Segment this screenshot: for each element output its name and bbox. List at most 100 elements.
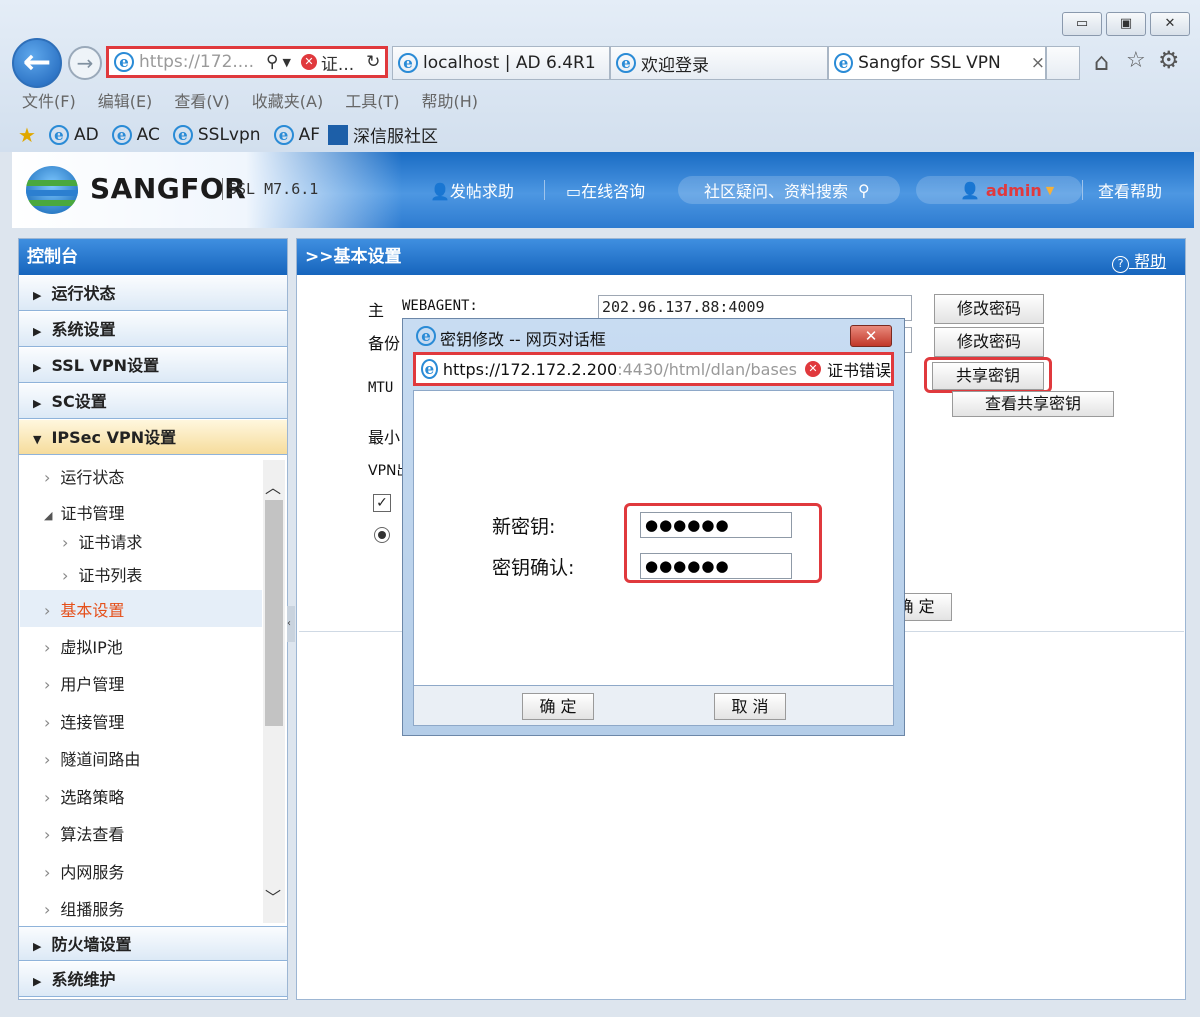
menu-view[interactable]: 查看(V) [174,88,229,112]
chevron-right-icon: ▶ [33,940,42,953]
favorites-add-star-icon[interactable]: ★ [18,123,36,147]
search-icon[interactable]: ⚲ [266,52,278,72]
favorite-label: AC [136,124,160,145]
sidebar-section-ssl-vpn[interactable]: ▶ SSL VPN设置 [19,348,287,383]
sidebar-section-run-status[interactable]: ▶ 运行状态 [19,276,287,311]
back-arrow-icon[interactable]: ← [12,38,62,88]
dialog-close-button[interactable]: ✕ [850,325,892,347]
section-label: 运行状态 [51,284,116,303]
dialog-ie-icon: e [416,326,436,346]
menu-file[interactable]: 文件(F) [22,88,76,112]
new-key-input[interactable]: ●●●●●● [640,512,792,538]
item-label: 基本设置 [60,601,125,620]
sidebar-item-conn-mgmt[interactable]: › 连接管理 [44,709,124,733]
sidebar-item-basic-settings[interactable]: › 基本设置 [44,597,124,621]
section-label: 系统设置 [51,320,116,339]
menu-favorites[interactable]: 收藏夹(A) [252,88,323,112]
address-bar[interactable]: e https://172.... ⚲ ▼ ✕ 证... ↻ [106,46,388,78]
sidebar-scroll-thumb[interactable] [265,500,283,726]
tab-sangfor-ssl-vpn[interactable]: e Sangfor SSL VPN × [828,46,1046,80]
chevron-right-icon: ▶ [33,325,42,338]
sidebar-item-cert-list[interactable]: › 证书列表 [62,562,142,586]
option-checkbox[interactable]: ✓ [373,494,391,512]
sidebar-section-sc[interactable]: ▶ SC设置 [19,384,287,419]
sidebar-item-multicast[interactable]: › 组播服务 [44,896,124,920]
item-label: 用户管理 [60,675,125,694]
forward-arrow-icon[interactable]: → [68,46,102,80]
post-help-link[interactable]: 👤发帖求助 [430,178,514,202]
section-label: 系统维护 [51,970,116,989]
dialog-title: 密钥修改 -- 网页对话框 [440,330,606,349]
sidebar-item-run-status[interactable]: › 运行状态 [44,464,124,488]
user-icon: 👤 [960,180,980,200]
maximize-button[interactable]: ▣ [1106,12,1146,36]
view-help-link[interactable]: 查看帮助 [1098,178,1162,202]
home-icon[interactable]: ⌂ [1094,48,1109,76]
sidebar-item-route-policy[interactable]: › 选路策略 [44,784,124,808]
favorite-ac[interactable]: e AC [107,124,160,145]
address-text: https://172.... [139,52,254,72]
minimize-button[interactable]: ▭ [1062,12,1102,36]
dialog-cancel-button[interactable]: 取 消 [714,693,786,720]
sidebar-item-virtual-ip[interactable]: › 虚拟IP池 [44,634,123,658]
favorites-bar: ★ e AD e AC e SSLvpn e AF 深信服社区 [18,122,438,148]
ie-icon: e [834,53,854,73]
menu-edit[interactable]: 编辑(E) [98,88,153,112]
collapse-sidebar-handle[interactable]: ‹ [287,606,295,642]
sidebar-section-firewall[interactable]: ▶ 防火墙设置 [19,926,287,961]
sidebar-section-maintenance[interactable]: ▶ 系统维护 [19,962,287,997]
address-cert-text[interactable]: 证... [321,50,354,75]
tab-welcome-login[interactable]: e 欢迎登录 [610,46,828,80]
ie-icon: e [273,124,294,145]
chevron-right-icon: › [44,825,51,844]
favorites-star-icon[interactable]: ☆ [1126,48,1146,73]
change-password-button-2[interactable]: 修改密码 [934,327,1044,357]
cert-error-text[interactable]: 证书错误 [827,357,891,381]
section-label: IPSec VPN设置 [51,428,177,447]
tab-localhost[interactable]: e localhost | AD 6.4R1 [392,46,610,80]
username: admin [985,180,1042,200]
sidebar-section-ipsec-vpn[interactable]: ▼ IPSec VPN设置 [19,420,287,455]
chat-icon: ▭ [566,182,582,201]
sidebar-item-lan-service[interactable]: › 内网服务 [44,859,124,883]
min-label: 最小 [368,428,401,447]
help-link[interactable]: ? 帮助 [1112,248,1166,273]
user-menu[interactable]: 👤 admin ▼ [916,176,1082,204]
search-icon[interactable]: ⚲ [858,181,870,200]
option-radio[interactable] [374,527,390,543]
new-tab-button[interactable] [1046,46,1080,80]
settings-gear-icon[interactable]: ⚙ [1158,46,1180,74]
online-consult-link[interactable]: ▭在线咨询 [566,178,645,202]
view-shared-key-button[interactable]: 查看共享密钥 [952,391,1114,417]
change-password-button-1[interactable]: 修改密码 [934,294,1044,324]
community-search-box[interactable]: 社区疑问、资料搜索 ⚲ [678,176,900,204]
item-label: 证书列表 [78,566,143,585]
confirm-key-input[interactable]: ●●●●●● [640,553,792,579]
scroll-up-icon[interactable]: ︿ [265,474,281,498]
chevron-down-icon: ▼ [33,433,42,446]
close-window-button[interactable]: ✕ [1150,12,1190,36]
sidebar-item-cert-mgmt[interactable]: ◢ 证书管理 [44,500,124,524]
favorite-community[interactable]: 深信服社区 [327,122,438,147]
favorite-af[interactable]: e AF [269,124,320,145]
chevron-right-icon: › [44,638,51,657]
sidebar-item-cert-request[interactable]: › 证书请求 [62,529,142,553]
menu-help[interactable]: 帮助(H) [421,88,478,112]
tab-close-icon[interactable]: × [1031,53,1045,73]
cert-error-icon[interactable]: ✕ [300,54,317,70]
scroll-down-icon[interactable]: ﹀ [265,884,281,908]
menu-tools[interactable]: 工具(T) [345,88,399,112]
dialog-ok-button[interactable]: 确 定 [522,693,594,720]
sidebar-section-system-settings[interactable]: ▶ 系统设置 [19,312,287,347]
dialog-address-bar[interactable]: e https://172.172.2.200:4430/html/dlan/b… [413,352,894,386]
item-label: 证书管理 [60,504,125,523]
refresh-icon[interactable]: ↻ [366,52,380,72]
sidebar-item-algo-view[interactable]: › 算法查看 [44,821,124,845]
sidebar-item-tunnel-route[interactable]: › 隧道间路由 [44,746,140,770]
dropdown-icon[interactable]: ▼ [282,56,290,69]
search-placeholder: 社区疑问、资料搜索 [704,182,849,201]
favorite-sslvpn[interactable]: e SSLvpn [168,124,261,145]
shared-key-button[interactable]: 共享密钥 [932,362,1044,390]
sidebar-item-user-mgmt[interactable]: › 用户管理 [44,671,124,695]
favorite-ad[interactable]: e AD [44,124,99,145]
